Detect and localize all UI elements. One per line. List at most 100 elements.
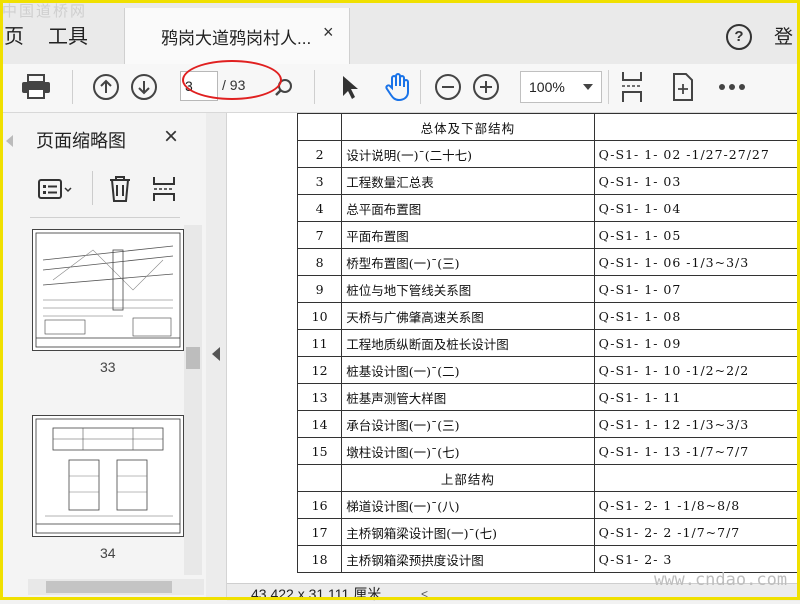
row-number: 10 xyxy=(296,302,343,330)
thumbnail-label: 33 xyxy=(100,359,116,375)
page-thumbnail-33[interactable] xyxy=(32,229,184,351)
panel-divider xyxy=(30,217,180,218)
hand-tool-icon[interactable] xyxy=(382,70,414,104)
drawing-name: 主桥钢箱梁设计图(一)¯(七) xyxy=(341,518,595,546)
next-page-icon[interactable] xyxy=(128,70,160,104)
previous-page-icon[interactable] xyxy=(90,70,122,104)
scrollbar-thumb[interactable] xyxy=(46,581,172,593)
close-tab-icon[interactable]: × xyxy=(323,22,334,43)
zoom-value: 100% xyxy=(529,79,565,95)
table-row: 17 主桥钢箱梁设计图(一)¯(七) Q-S1- 2- 2 -1/7~7/7 xyxy=(296,518,800,546)
row-number: 9 xyxy=(296,275,343,303)
drawing-name: 主桥钢箱梁预拱度设计图 xyxy=(341,545,595,573)
drawing-code: Q-S1- 1- 13 -1/7~7/7 xyxy=(593,437,800,465)
row-number: 16 xyxy=(296,491,343,519)
drawing-code: Q-S1- 1- 11 xyxy=(593,383,800,411)
drawing-code: Q-S1- 1- 04 xyxy=(593,194,800,222)
zoom-in-icon[interactable] xyxy=(470,70,502,104)
collapse-arrow-icon[interactable] xyxy=(212,347,220,361)
scrollbar-thumb[interactable] xyxy=(186,347,200,369)
row-number: 4 xyxy=(296,194,343,222)
fullscreen-icon[interactable] xyxy=(666,70,698,104)
chevron-down-icon xyxy=(583,84,593,90)
row-number: 12 xyxy=(296,356,343,384)
table-row: 11 工程地质纵断面及桩长设计图 Q-S1- 1- 09 xyxy=(296,329,800,357)
row-number: 14 xyxy=(296,410,343,438)
row-number: 8 xyxy=(296,248,343,276)
help-icon[interactable]: ? xyxy=(726,24,752,50)
row-number: 2 xyxy=(296,140,343,168)
drawing-code: Q-S1- 1- 03 xyxy=(593,167,800,195)
row-number: 18 xyxy=(296,545,343,573)
drawing-name: 工程地质纵断面及桩长设计图 xyxy=(341,329,595,357)
drawing-code: Q-S1- 2- 1 -1/8~8/8 xyxy=(593,491,800,519)
row-number: 3 xyxy=(296,167,343,195)
page-options-icon[interactable] xyxy=(38,179,74,206)
table-row: 18 主桥钢箱梁预拱度设计图 Q-S1- 2- 3 xyxy=(296,545,800,573)
section-row: 总体及下部结构 xyxy=(296,113,800,141)
login-button[interactable]: 登 xyxy=(774,22,793,49)
drawing-name: 桩基声测管大样图 xyxy=(341,383,595,411)
fit-page-icon[interactable] xyxy=(616,70,648,104)
drawing-name: 天桥与广佛肇高速关系图 xyxy=(341,302,595,330)
drawing-name: 桩基设计图(一)¯(二) xyxy=(341,356,595,384)
section-heading: 上部结构 xyxy=(341,464,595,492)
drawing-name: 墩柱设计图(一)¯(七) xyxy=(341,437,595,465)
thumbnail-vertical-scrollbar[interactable] xyxy=(184,225,202,575)
panel-toolbar xyxy=(30,169,180,209)
row-number: 13 xyxy=(296,383,343,411)
table-row: 13 桩基声测管大样图 Q-S1- 1- 11 xyxy=(296,383,800,411)
thumbnail-horizontal-scrollbar[interactable] xyxy=(28,579,204,595)
document-tab[interactable]: 鸦岗大道鸦岗村人... × xyxy=(124,8,350,64)
zoom-select[interactable]: 100% xyxy=(520,71,602,103)
page-thumbnail-34[interactable] xyxy=(32,415,184,537)
drawing-code: Q-S1- 1- 12 -1/3~3/3 xyxy=(593,410,800,438)
drawing-code: Q-S1- 1- 08 xyxy=(593,302,800,330)
document-tab-title: 鸦岗大道鸦岗村人... xyxy=(161,29,312,48)
insert-page-icon[interactable] xyxy=(152,175,176,208)
drawing-code: Q-S1- 2- 2 -1/7~7/7 xyxy=(593,518,800,546)
drawing-name: 桩位与地下管线关系图 xyxy=(341,275,595,303)
drawing-name: 工程数量汇总表 xyxy=(341,167,595,195)
panel-collapse-strip[interactable] xyxy=(206,113,227,600)
row-number: 7 xyxy=(296,221,343,249)
document-page: 总体及下部结构 2 设计说明(一)¯(二十七) Q-S1- 1- 02 -1/27-… xyxy=(227,113,800,583)
table-row: 10 天桥与广佛肇高速关系图 Q-S1- 1- 08 xyxy=(296,302,800,330)
thumbnail-panel: 页面缩略图 × 33 34 xyxy=(0,113,207,600)
zoom-out-icon[interactable] xyxy=(432,70,464,104)
drawing-name: 平面布置图 xyxy=(341,221,595,249)
drawing-code: Q-S1- 1- 02 -1/27-27/27 xyxy=(593,140,800,168)
drawing-code: Q-S1- 1- 05 xyxy=(593,221,800,249)
thumbnail-label: 34 xyxy=(100,545,116,561)
drawing-name: 总平面布置图 xyxy=(341,194,595,222)
more-options-icon[interactable] xyxy=(716,70,748,104)
drawing-code: Q-S1- 1- 10 -1/2~2/2 xyxy=(593,356,800,384)
panel-pointer-icon xyxy=(6,135,13,147)
drawing-code: Q-S1- 2- 3 xyxy=(593,545,800,573)
select-arrow-icon[interactable] xyxy=(334,70,366,104)
toolbar: 3 / 93 100% xyxy=(0,64,800,113)
row-number: 15 xyxy=(296,437,343,465)
page-dimensions: 43.422 x 31.111 厘米 xyxy=(251,586,382,602)
drawing-code: Q-S1- 1- 09 xyxy=(593,329,800,357)
drawing-code: Q-S1- 1- 07 xyxy=(593,275,800,303)
table-row: 7 平面布置图 Q-S1- 1- 05 xyxy=(296,221,800,249)
table-row: 8 桥型布置图(一)¯(三) Q-S1- 1- 06 -1/3~3/3 xyxy=(296,248,800,276)
print-icon[interactable] xyxy=(20,70,52,104)
row-number: 17 xyxy=(296,518,343,546)
drawing-name: 承台设计图(一)¯(三) xyxy=(341,410,595,438)
menu-home[interactable]: 页 xyxy=(4,20,24,49)
section-row: 上部结构 xyxy=(296,464,800,492)
watermark-top: 中国道桥网 xyxy=(2,2,88,20)
drawing-name: 设计说明(一)¯(二十七) xyxy=(341,140,595,168)
menu-tools[interactable]: 工具 xyxy=(48,20,88,49)
trash-icon[interactable] xyxy=(108,175,132,208)
drawing-name: 桥型布置图(一)¯(三) xyxy=(341,248,595,276)
close-panel-icon[interactable]: × xyxy=(164,123,178,151)
tab-bar: 页 工具 鸦岗大道鸦岗村人... × ? 登 xyxy=(0,0,800,65)
drawing-index-table: 总体及下部结构 2 设计说明(一)¯(二十七) Q-S1- 1- 02 -1/27-… xyxy=(296,113,800,573)
section-heading: 总体及下部结构 xyxy=(341,113,595,141)
scroll-left-icon[interactable]: < xyxy=(421,587,428,601)
table-row: 15 墩柱设计图(一)¯(七) Q-S1- 1- 13 -1/7~7/7 xyxy=(296,437,800,465)
table-row: 4 总平面布置图 Q-S1- 1- 04 xyxy=(296,194,800,222)
